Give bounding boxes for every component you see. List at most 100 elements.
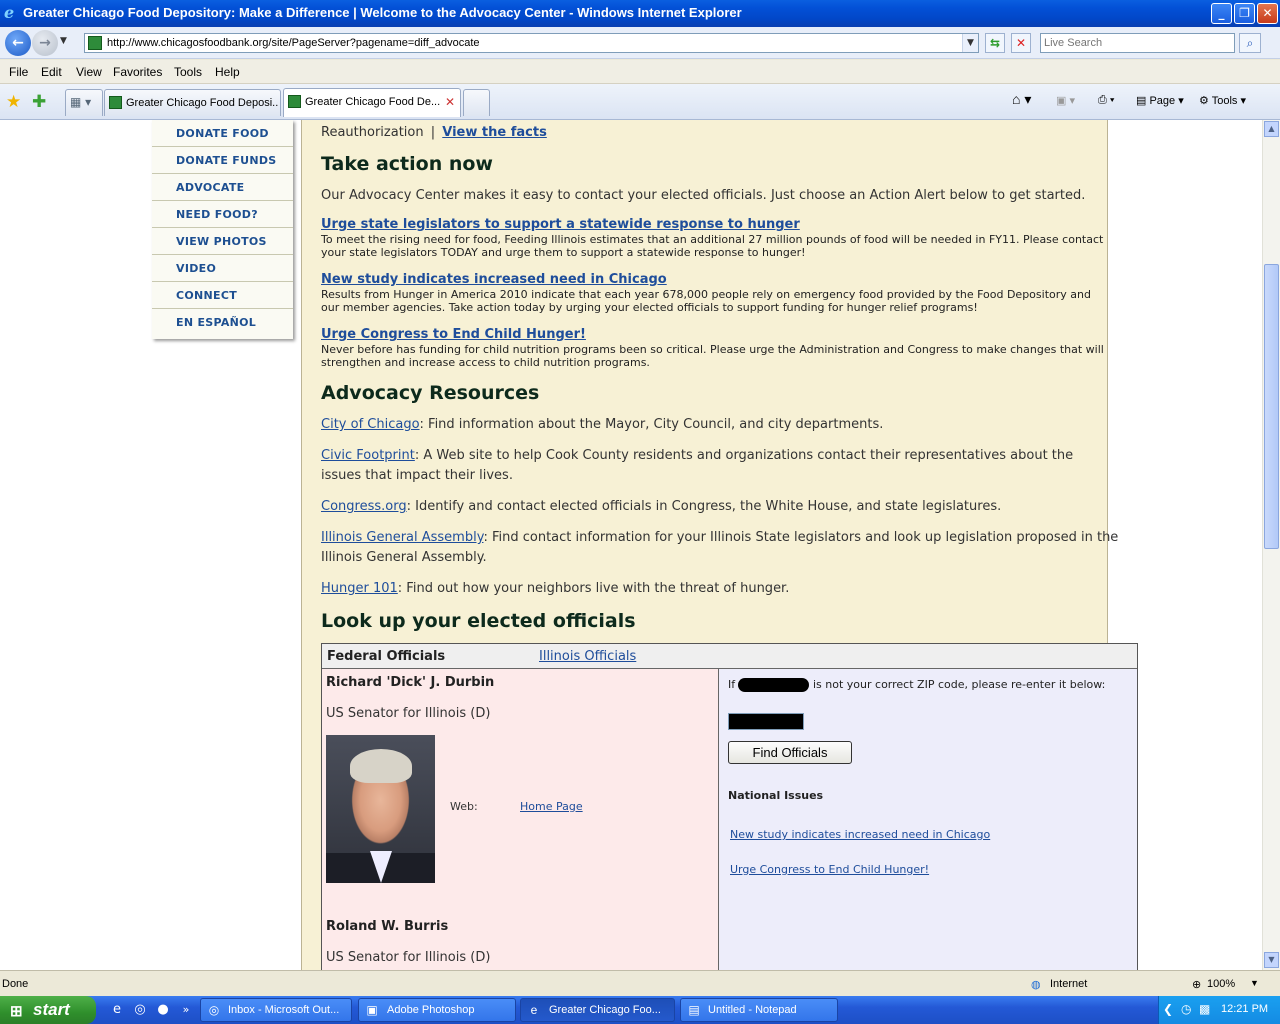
feeds-icon[interactable]: ▣ ▾	[1056, 94, 1075, 107]
tab-greater-chicago-1[interactable]: Greater Chicago Food Deposi...	[104, 89, 281, 116]
resource-item: Hunger 101: Find out how your neighbors …	[321, 581, 789, 596]
stop-button[interactable]: ✕	[1011, 33, 1031, 53]
firefox-quicklaunch-icon[interactable]: ●	[155, 1002, 171, 1018]
alert-title-link[interactable]: New study indicates increased need in Ch…	[321, 272, 667, 287]
nav-advocate[interactable]: ADVOCATE	[152, 174, 293, 201]
scroll-up-icon[interactable]: ▲	[1264, 121, 1279, 137]
tab-favicon-icon	[288, 95, 301, 108]
menu-view[interactable]: View	[76, 65, 102, 79]
zoom-dropdown-icon[interactable]: ▼	[1250, 978, 1259, 988]
ie-quicklaunch-icon[interactable]: e	[109, 1002, 125, 1018]
address-input[interactable]: http://www.chicagosfoodbank.org/site/Pag…	[84, 33, 979, 53]
resource-link[interactable]: City of Chicago	[321, 417, 420, 432]
official-role: US Senator for Illinois (D)	[326, 706, 491, 721]
view-facts-link[interactable]: View the facts	[442, 125, 547, 140]
start-button[interactable]: ⊞ start	[0, 996, 96, 1024]
page-menu[interactable]: ▤ Page ▾	[1136, 94, 1184, 107]
resource-link[interactable]: Hunger 101	[321, 581, 398, 596]
refresh-button[interactable]: ⇆	[985, 33, 1005, 53]
find-officials-button[interactable]: Find Officials	[728, 741, 852, 764]
resource-link[interactable]: Congress.org	[321, 499, 407, 514]
tab-greater-chicago-2[interactable]: Greater Chicago Food De... ✕	[283, 88, 461, 117]
status-bar: Done ◍ Internet ⊕ 100% ▼	[0, 970, 1280, 996]
left-navigation: DONATE FOOD DONATE FUNDS ADVOCATE NEED F…	[152, 120, 293, 339]
alert-title-link[interactable]: Urge Congress to End Child Hunger!	[321, 327, 586, 342]
nav-label: VIDEO	[176, 262, 217, 275]
task-outlook[interactable]: ◎ Inbox - Microsoft Out...	[200, 998, 352, 1022]
tools-menu[interactable]: ⚙ Tools ▾	[1199, 94, 1246, 107]
resource-description: : Find contact information for your Illi…	[483, 530, 1119, 545]
resource-description: : Identify and contact elected officials…	[406, 499, 1002, 514]
tab-federal-officials[interactable]: Federal Officials	[327, 649, 445, 664]
print-icon[interactable]: ⎙ ▾	[1098, 94, 1114, 107]
tab-favicon-icon	[109, 96, 122, 109]
alert-description: Never before has funding for child nutri…	[321, 343, 1104, 356]
official-photo	[326, 735, 435, 883]
nav-label: DONATE FOOD	[176, 127, 269, 140]
favorites-star-icon[interactable]: ★	[6, 92, 21, 112]
menu-bar: File Edit View Favorites Tools Help	[0, 60, 1280, 84]
outlook-quicklaunch-icon[interactable]: ◎	[132, 1002, 148, 1018]
nav-view-photos[interactable]: VIEW PHOTOS	[152, 228, 293, 255]
maximize-button[interactable]: ❐	[1234, 3, 1255, 24]
nav-connect[interactable]: CONNECT	[152, 282, 293, 309]
zip-prefix: If	[728, 678, 736, 691]
alert-description: To meet the rising need for food, Feedin…	[321, 233, 1104, 246]
task-label: Inbox - Microsoft Out...	[228, 1004, 340, 1016]
tray-clock-app-icon[interactable]: ◷	[1181, 1002, 1191, 1016]
search-icon[interactable]: ⌕	[1239, 33, 1261, 53]
tab-close-icon[interactable]: ✕	[445, 95, 455, 109]
national-issue-link[interactable]: Urge Congress to End Child Hunger!	[730, 863, 929, 876]
task-ie[interactable]: e Greater Chicago Foo...	[520, 998, 675, 1022]
new-tab-button[interactable]	[463, 89, 490, 116]
tray-network-icon[interactable]: ▩	[1199, 1002, 1210, 1016]
vertical-scrollbar[interactable]: ▲ ▼	[1262, 120, 1280, 970]
alert-title-link[interactable]: Urge state legislators to support a stat…	[321, 217, 800, 232]
home-page-link[interactable]: Home Page	[520, 800, 583, 813]
nav-donate-funds[interactable]: DONATE FUNDS	[152, 147, 293, 174]
system-tray: ❮ ◷ ▩ 12:21 PM	[1158, 996, 1280, 1024]
resource-item: Congress.org: Identify and contact elect…	[321, 499, 1001, 514]
quicklaunch-more-icon[interactable]: »	[178, 1002, 194, 1018]
back-button[interactable]: ←	[5, 30, 31, 56]
scroll-down-icon[interactable]: ▼	[1264, 952, 1279, 968]
ie-logo-icon: e	[4, 3, 15, 22]
minimize-button[interactable]: _	[1211, 3, 1232, 24]
close-button[interactable]: ✕	[1257, 3, 1278, 24]
nav-need-food[interactable]: NEED FOOD?	[152, 201, 293, 228]
home-icon[interactable]: ⌂ ▾	[1012, 91, 1031, 108]
zoom-icon[interactable]: ⊕	[1192, 978, 1201, 991]
search-input[interactable]	[1041, 34, 1234, 52]
nav-donate-food[interactable]: DONATE FOOD	[152, 120, 293, 147]
menu-tools[interactable]: Tools	[174, 65, 202, 79]
tab-illinois-officials[interactable]: Illinois Officials	[539, 649, 636, 664]
nav-label: NEED FOOD?	[176, 208, 258, 221]
resources-heading: Advocacy Resources	[321, 382, 540, 404]
nav-label: EN ESPAÑOL	[176, 316, 257, 329]
national-issue-link[interactable]: New study indicates increased need in Ch…	[730, 828, 990, 841]
search-box[interactable]	[1040, 33, 1235, 53]
address-dropdown-icon[interactable]: ▼	[962, 34, 978, 52]
alert-description: Results from Hunger in America 2010 indi…	[321, 288, 1091, 301]
tray-expand-icon[interactable]: ❮	[1163, 1002, 1173, 1016]
history-dropdown-icon[interactable]: ▼	[60, 36, 67, 46]
photoshop-icon: ▣	[366, 1003, 378, 1017]
menu-help[interactable]: Help	[215, 65, 240, 79]
official-name: Roland W. Burris	[326, 919, 449, 934]
menu-file[interactable]: File	[9, 65, 28, 79]
resource-link[interactable]: Illinois General Assembly	[321, 530, 483, 545]
task-notepad[interactable]: ▤ Untitled - Notepad	[680, 998, 838, 1022]
taskbar: ⊞ start e ◎ ● » ◎ Inbox - Microsoft Out.…	[0, 996, 1280, 1024]
scroll-thumb[interactable]	[1264, 264, 1279, 549]
quick-tabs-button[interactable]: ▦ ▾	[65, 89, 103, 116]
zoom-level[interactable]: 100%	[1207, 978, 1235, 990]
task-photoshop[interactable]: ▣ Adobe Photoshop	[358, 998, 516, 1022]
add-favorites-icon[interactable]: ✚	[32, 92, 46, 112]
menu-edit[interactable]: Edit	[41, 65, 62, 79]
nav-video[interactable]: VIDEO	[152, 255, 293, 282]
menu-favorites[interactable]: Favorites	[113, 65, 162, 79]
resource-link[interactable]: Civic Footprint	[321, 448, 415, 463]
nav-en-espanol[interactable]: EN ESPAÑOL	[152, 309, 293, 336]
forward-button[interactable]: →	[32, 30, 58, 56]
zip-input[interactable]	[728, 713, 804, 730]
